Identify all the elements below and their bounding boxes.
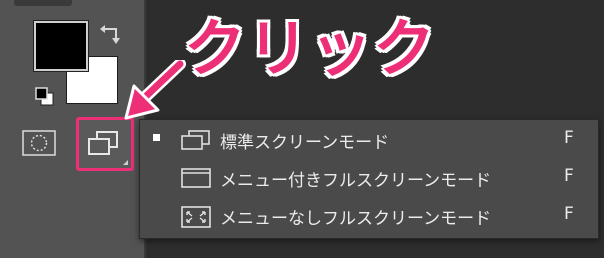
full-screen-with-menu-icon: [181, 168, 211, 188]
tool-slot[interactable]: [14, 0, 72, 6]
checked-bullet: [153, 134, 160, 141]
swap-colors-icon[interactable]: [98, 21, 124, 47]
tools-panel: [0, 0, 144, 258]
full-screen-mode-icon: [181, 206, 211, 228]
quick-mask-icon[interactable]: [22, 130, 56, 156]
menu-item-label: メニューなしフルスクリーンモード: [220, 209, 492, 229]
menu-item-shortcut: F: [564, 166, 574, 186]
screen-mode-button[interactable]: [76, 117, 134, 171]
submenu-indicator: [123, 160, 128, 165]
annotation-arrow: [124, 60, 186, 120]
default-colors-icon[interactable]: [34, 86, 56, 108]
menu-item-shortcut: F: [564, 204, 574, 224]
menu-item-full-screen-with-menus[interactable]: メニュー付きフルスクリーンモード F: [140, 160, 598, 196]
annotation-title: クリック: [184, 12, 437, 85]
menu-item-label: メニュー付きフルスクリーンモード: [220, 171, 492, 191]
foreground-color-swatch[interactable]: [34, 21, 88, 71]
menu-item-full-screen-mode[interactable]: メニューなしフルスクリーンモード F: [140, 198, 598, 234]
menu-item-label: 標準スクリーンモード: [220, 133, 390, 153]
menu-item-shortcut: F: [564, 128, 574, 148]
screen-mode-icon: [88, 131, 118, 155]
screen-mode-menu: 標準スクリーンモード F メニュー付きフルスクリーンモード F メニューなしフル…: [139, 119, 599, 239]
standard-screen-mode-icon: [181, 130, 210, 150]
menu-item-standard-screen-mode[interactable]: 標準スクリーンモード F: [140, 122, 598, 158]
